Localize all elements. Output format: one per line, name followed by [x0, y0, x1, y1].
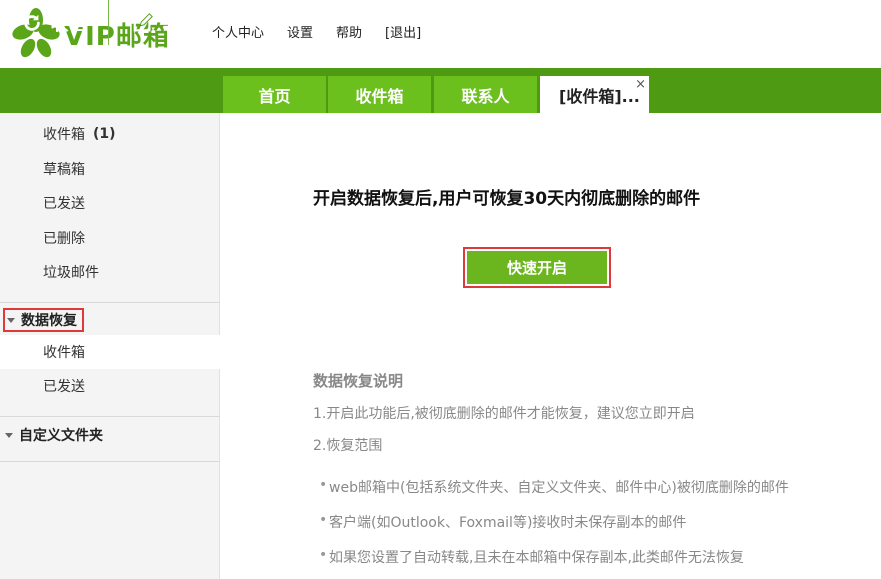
sidebar-group-data-recovery[interactable]: 数据恢复 [3, 308, 84, 332]
sidebar-item-recovery-sent[interactable]: 已发送 [0, 369, 220, 403]
main-content: 开启数据恢复后,用户可恢复30天内彻底删除的邮件 快速开启 数据恢复说明 1.开… [221, 113, 881, 579]
tab-inbox[interactable]: 收件箱 [328, 76, 431, 113]
receive-label: 收信 [50, 13, 87, 35]
sidebar-divider [0, 416, 220, 417]
tab-home[interactable]: 首页 [223, 76, 326, 113]
top-links: 个人中心 设置 帮助 [退出] [212, 25, 421, 43]
sidebar-item-label: 已发送 [43, 379, 85, 395]
description-line: 1.开启此功能后,被彻底删除的邮件才能恢复，建议您立即开启 [313, 406, 695, 422]
page-title: 开启数据恢复后,用户可恢复30天内彻底删除的邮件 [313, 189, 701, 209]
tab-inbox-recovery[interactable]: [收件箱]... × [540, 76, 649, 113]
unread-count: (1) [93, 126, 116, 142]
scope-bullet: web邮箱中(包括系统文件夹、自定义文件夹、邮件中心)被彻底删除的邮件 [319, 477, 789, 497]
sidebar-item-spam[interactable]: 垃圾邮件 [0, 255, 220, 289]
write-label: 写信 [162, 13, 198, 35]
sidebar-item-drafts[interactable]: 草稿箱 [0, 152, 220, 186]
sidebar: 收件箱 (1) 草稿箱 已发送 已删除 垃圾邮件 数据恢复 收件箱 已发送 自定… [0, 113, 220, 579]
tab-contacts[interactable]: 联系人 [434, 76, 537, 113]
sidebar-item-recovery-inbox[interactable]: 收件箱 [0, 335, 220, 369]
quick-enable-highlight: 快速开启 [463, 247, 611, 288]
write-button[interactable]: 写信 [108, 0, 221, 45]
scope-bullet: 客户端(如Outlook、Foxmail等)接收时未保存副本的邮件 [319, 512, 686, 532]
scope-bullet: 如果您设置了自动转载,且未在本邮箱中保存副本,此类邮件无法恢复 [319, 547, 744, 567]
sidebar-divider [0, 461, 220, 462]
sidebar-item-inbox[interactable]: 收件箱 (1) [0, 117, 220, 151]
sidebar-group-custom-folders[interactable]: 自定义文件夹 [3, 423, 108, 447]
sidebar-item-label: 收件箱 [43, 127, 85, 143]
caret-down-icon [5, 432, 13, 438]
description-line: 2.恢复范围 [313, 438, 383, 454]
sidebar-item-sent[interactable]: 已发送 [0, 186, 220, 220]
sidebar-item-label: 草稿箱 [43, 162, 85, 178]
close-icon[interactable]: × [635, 78, 646, 91]
link-logout[interactable]: [退出] [385, 25, 421, 43]
tab-inbox-recovery-label: [收件箱]... [559, 86, 640, 106]
link-help[interactable]: 帮助 [336, 25, 362, 43]
sidebar-divider [0, 302, 220, 303]
quick-enable-button[interactable]: 快速开启 [467, 251, 607, 284]
sidebar-item-label: 垃圾邮件 [43, 265, 99, 281]
sidebar-item-label: 收件箱 [43, 345, 85, 361]
sidebar-item-deleted[interactable]: 已删除 [0, 221, 220, 255]
caret-down-icon [7, 317, 15, 323]
sidebar-group-label: 数据恢复 [21, 313, 77, 329]
refresh-icon [23, 14, 40, 31]
sidebar-group-label: 自定义文件夹 [19, 428, 103, 444]
sidebar-item-label: 已发送 [43, 196, 85, 212]
description-title: 数据恢复说明 [313, 372, 404, 390]
link-settings[interactable]: 设置 [287, 25, 313, 43]
compose-icon [133, 12, 153, 31]
receive-button[interactable]: 收信 [0, 0, 107, 45]
sidebar-item-label: 已删除 [43, 231, 85, 247]
